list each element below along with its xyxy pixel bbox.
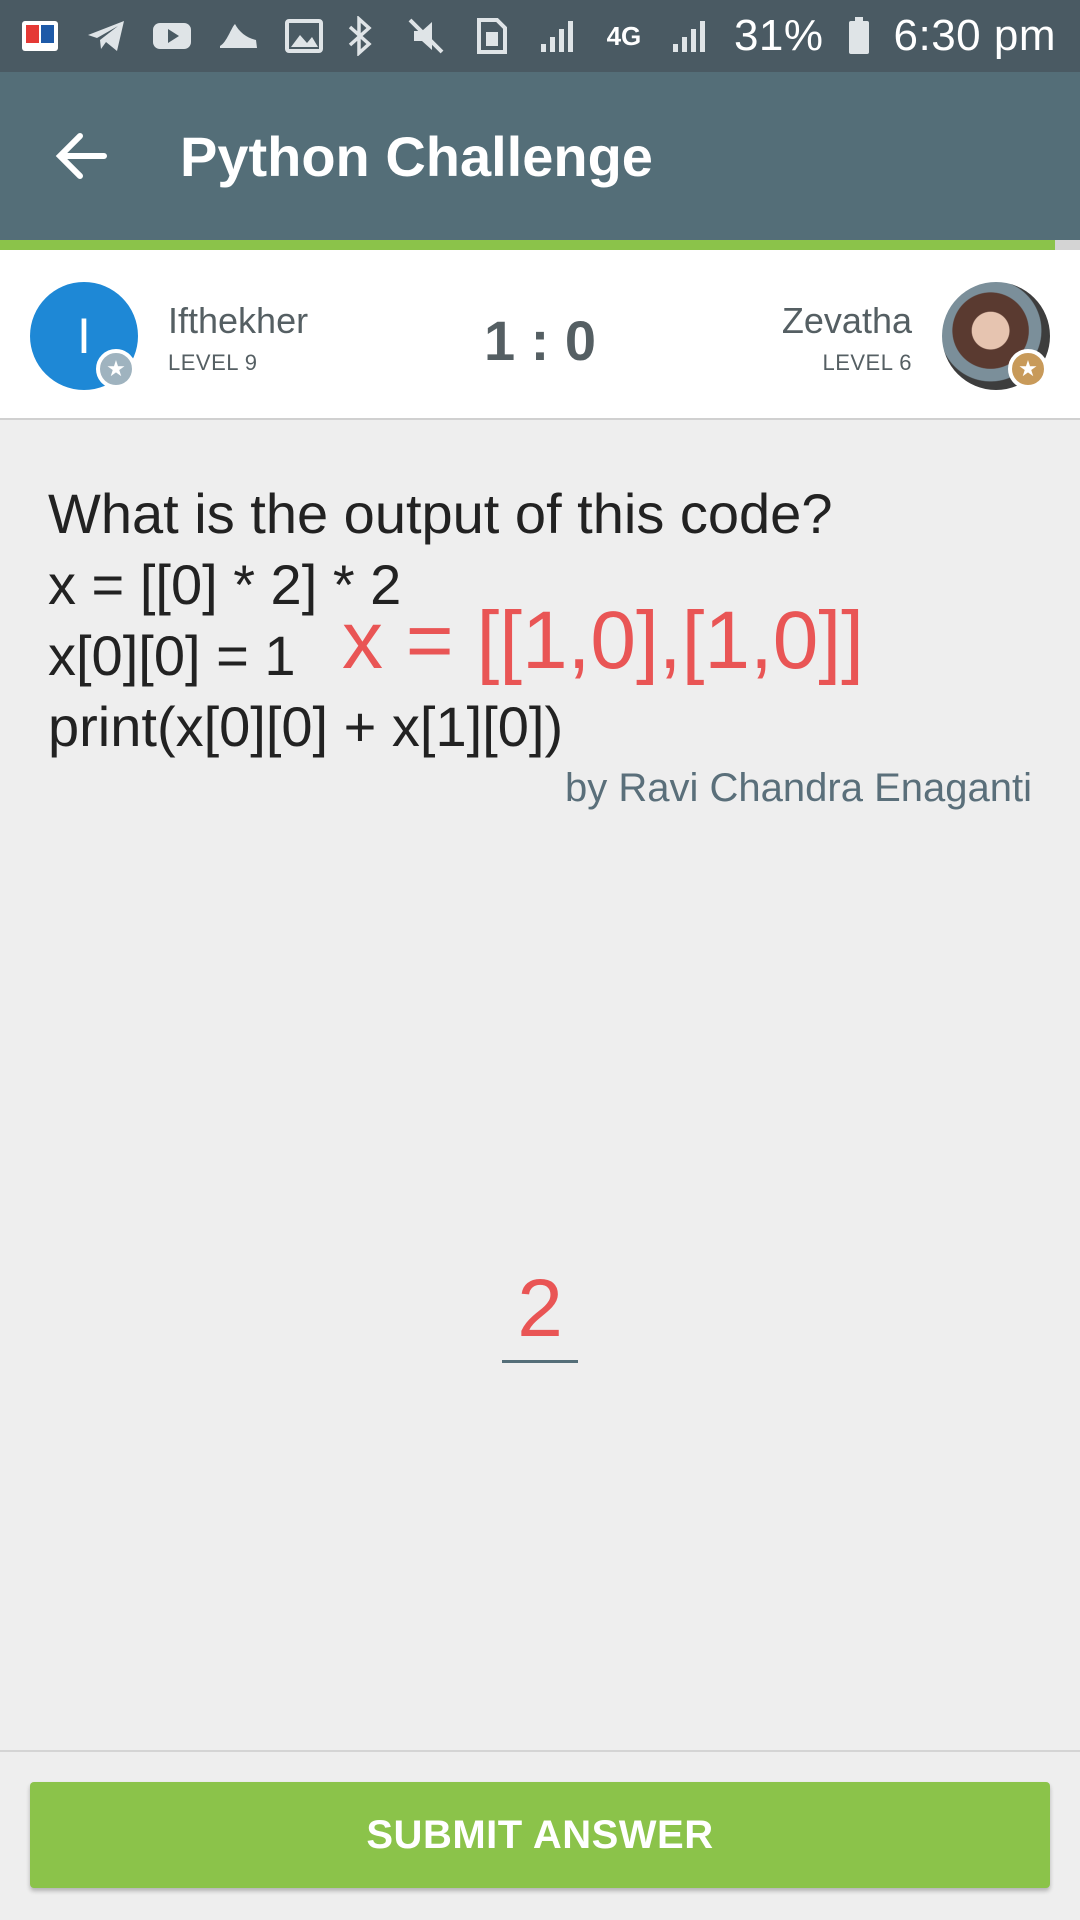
battery-icon [846,16,872,56]
player-right-name: Zevatha [781,300,912,341]
app-bar: Python Challenge [0,72,1080,240]
clock: 6:30 pm [893,11,1056,60]
round-progress-bar [0,240,1055,250]
round-progress-remaining [1055,240,1080,250]
status-notifications [18,16,326,56]
dictionary-app-icon [18,16,62,56]
answer-input[interactable]: 2 [0,1262,1080,1356]
youtube-icon [150,16,194,56]
sim-icon [470,16,514,56]
mute-icon [404,16,448,56]
submit-answer-label: SUBMIT ANSWER [366,1812,714,1857]
arrow-left-icon [55,133,107,179]
question-prompt: What is the output of this code? [48,482,833,545]
bluetooth-icon [338,16,382,56]
players-card: I ★ Ifthekher LEVEL 9 1 : 0 Zevatha LEVE… [0,250,1080,420]
back-button[interactable] [22,96,142,216]
shoe-icon [216,16,260,56]
handwritten-annotation: x = [[1,0],[1,0]] [342,595,864,686]
submit-answer-button[interactable]: SUBMIT ANSWER [30,1782,1050,1888]
player-right-level: LEVEL 6 [822,350,912,375]
signal-icon [668,16,712,56]
match-score: 1 : 0 [483,309,597,372]
page-title: Python Challenge [180,124,653,188]
status-bar: 4G 31% 6:30 pm [0,0,1080,72]
divider [0,1750,1080,1752]
answer-input-underline [502,1360,578,1363]
telegram-icon [84,16,128,56]
status-system: 4G 31% 6:30 pm [338,11,1056,61]
code-line: print(x[0][0] + x[1][0]) [48,695,564,758]
network-type-label: 4G [606,21,642,51]
gallery-icon [282,16,326,56]
signal-icon [536,16,580,56]
question-author: by Ravi Chandra Enaganti [565,766,1032,810]
battery-percent: 31% [733,11,824,60]
star-badge-icon: ★ [1008,349,1048,389]
